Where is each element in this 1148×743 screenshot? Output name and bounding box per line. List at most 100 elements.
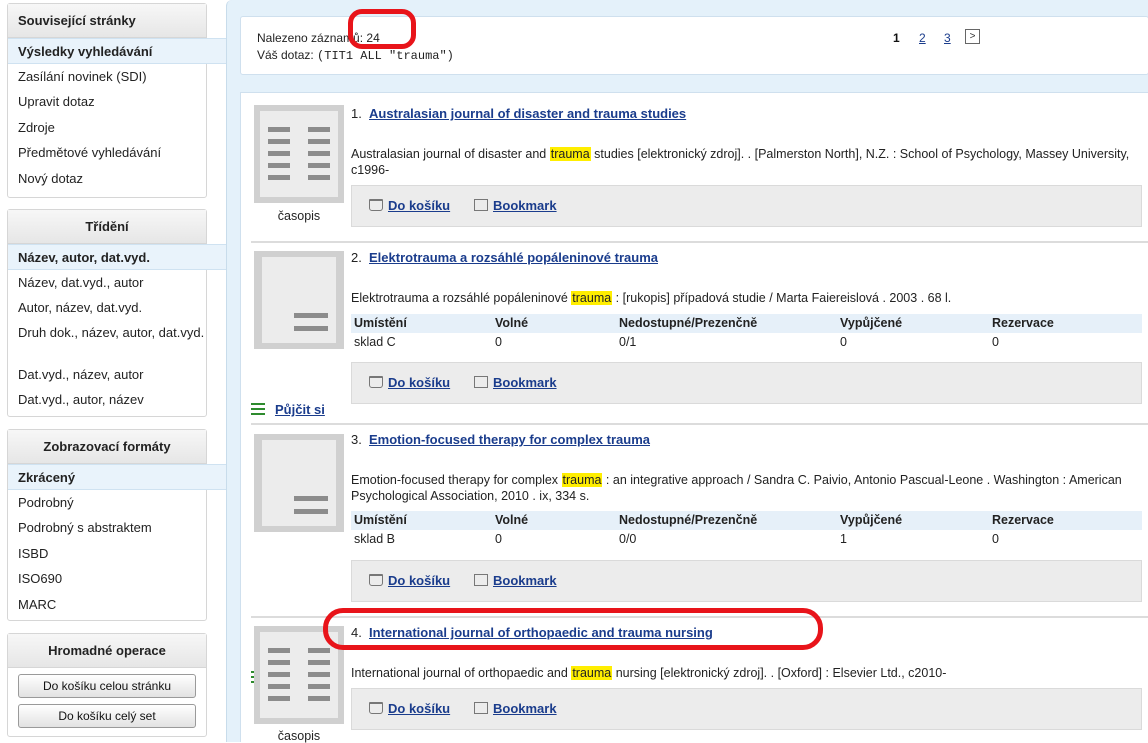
sort-option-author-title-date[interactable]: Autor, název, dat.vyd.: [8, 295, 206, 321]
add-set-to-basket-button[interactable]: Do košíku celý set: [18, 704, 196, 728]
sidebar-item-new-query[interactable]: Nový dotaz: [8, 166, 206, 192]
record-description: Emotion-focused therapy for complex trau…: [351, 473, 1122, 503]
record-type-label: časopis: [277, 209, 321, 223]
record-number: 4.: [351, 625, 362, 640]
holdings-table: Umístění Volné Nedostupné/Prezenčně Vypů…: [351, 511, 1142, 549]
query-value: (TIT1 ALL "trauma"): [317, 49, 454, 63]
sidebar-item-edit-query[interactable]: Upravit dotaz: [8, 89, 206, 115]
add-to-basket-link[interactable]: Do košíku: [388, 198, 450, 213]
bookmark-icon: [474, 376, 488, 388]
add-to-basket-action[interactable]: Do košíku: [369, 701, 450, 716]
query-label: Váš dotaz:: [257, 48, 314, 62]
record-divider: [251, 241, 1148, 243]
book-icon: [254, 251, 344, 349]
format-detailed-abstract[interactable]: Podrobný s abstraktem: [8, 515, 206, 541]
bookmark-action[interactable]: Bookmark: [474, 573, 557, 588]
record-title-link[interactable]: Australasian journal of disaster and tra…: [369, 106, 686, 121]
format-isbd[interactable]: ISBD: [8, 541, 206, 567]
record-title-link[interactable]: International journal of orthopaedic and…: [369, 625, 713, 640]
bulk-operations-title: Hromadné operace: [8, 634, 206, 668]
record-title-link[interactable]: Emotion-focused therapy for complex trau…: [369, 432, 650, 447]
sorting-title: Třídění: [8, 210, 206, 244]
main-content: Nalezeno záznamů: 24 Váš dotaz: (TIT1 AL…: [226, 0, 1148, 743]
sort-option-doctype-title-author-date[interactable]: Druh dok., název, autor, dat.vyd.: [8, 321, 206, 362]
sort-option-title-date-author[interactable]: Název, dat.vyd., autor: [8, 270, 206, 296]
basket-icon: [369, 574, 383, 586]
sidebar-item-search-results[interactable]: Výsledky vyhledávání: [8, 38, 226, 64]
record-number: 3.: [351, 432, 362, 447]
holdings-row: sklad C 0 0/1 0 0: [354, 335, 999, 349]
journal-icon: [254, 105, 344, 203]
borrow-action[interactable]: Půjčit si: [251, 402, 325, 417]
bookmark-link[interactable]: Bookmark: [493, 701, 557, 716]
add-to-basket-link[interactable]: Do košíku: [388, 573, 450, 588]
display-formats-box: Zobrazovací formáty Zkrácený Podrobný Po…: [7, 429, 226, 621]
search-term-highlight: trauma: [571, 666, 613, 680]
bookmark-link[interactable]: Bookmark: [493, 573, 557, 588]
holdings-row: sklad B 0 0/0 1 0: [354, 532, 999, 546]
journal-icon: [254, 626, 344, 724]
related-pages-box: Související stránky Výsledky vyhledávání…: [7, 3, 226, 198]
sidebar-item-sources[interactable]: Zdroje: [8, 115, 206, 141]
bookmark-action[interactable]: Bookmark: [474, 198, 557, 213]
format-detailed[interactable]: Podrobný: [8, 490, 206, 516]
record-actions: Do košíku Bookmark: [351, 185, 1142, 227]
search-term-highlight: trauma: [571, 291, 613, 305]
search-term-highlight: trauma: [549, 147, 591, 161]
borrow-link[interactable]: Půjčit si: [275, 402, 325, 417]
sidebar-item-sdi[interactable]: Zasílání novinek (SDI): [8, 64, 206, 90]
records-found: Nalezeno záznamů: 24: [257, 31, 380, 45]
record-description: Elektrotrauma a rozsáhlé popáleninové tr…: [351, 291, 952, 305]
sorting-box: Třídění Název, autor, dat.vyd. Název, da…: [7, 209, 226, 417]
bookmark-icon: [474, 702, 488, 714]
sort-option-date-title-author[interactable]: Dat.vyd., název, autor: [8, 362, 206, 388]
page-1-current: 1: [893, 31, 900, 45]
basket-icon: [369, 199, 383, 211]
record-actions: Do košíku Bookmark: [351, 688, 1142, 730]
record-number: 1.: [351, 106, 362, 121]
results-list: časopis 1. Australasian journal of disas…: [240, 92, 1148, 743]
format-marc[interactable]: MARC: [8, 592, 206, 618]
record-actions: Do košíku Bookmark: [351, 560, 1142, 602]
page-2-link[interactable]: 2: [919, 31, 926, 45]
display-formats-title: Zobrazovací formáty: [8, 430, 206, 464]
bookmark-action[interactable]: Bookmark: [474, 375, 557, 390]
record-divider: [251, 423, 1148, 425]
add-to-basket-action[interactable]: Do košíku: [369, 375, 450, 390]
add-to-basket-link[interactable]: Do košíku: [388, 701, 450, 716]
add-to-basket-link[interactable]: Do košíku: [388, 375, 450, 390]
holdings-header-row: Umístění Volné Nedostupné/Prezenčně Vypů…: [351, 314, 1142, 333]
record-number: 2.: [351, 250, 362, 265]
list-icon: [251, 403, 265, 416]
bookmark-action[interactable]: Bookmark: [474, 701, 557, 716]
bookmark-icon: [474, 199, 488, 211]
record-description: Australasian journal of disaster and tra…: [351, 147, 1130, 177]
page-3-link[interactable]: 3: [944, 31, 951, 45]
record-title-link[interactable]: Elektrotrauma a rozsáhlé popáleninové tr…: [369, 250, 658, 265]
query-line: Váš dotaz: (TIT1 ALL "trauma"): [257, 48, 454, 63]
basket-icon: [369, 702, 383, 714]
next-page-button[interactable]: >: [965, 29, 980, 44]
record-divider: [251, 616, 1148, 618]
related-pages-title: Související stránky: [8, 4, 206, 38]
bookmark-link[interactable]: Bookmark: [493, 375, 557, 390]
bookmark-icon: [474, 574, 488, 586]
format-iso690[interactable]: ISO690: [8, 566, 206, 592]
add-to-basket-action[interactable]: Do košíku: [369, 198, 450, 213]
bulk-operations-box: Hromadné operace Do košíku celou stránku…: [7, 633, 207, 737]
sort-option-title-author-date[interactable]: Název, autor, dat.vyd.: [8, 244, 226, 270]
basket-icon: [369, 376, 383, 388]
holdings-header-row: Umístění Volné Nedostupné/Prezenčně Vypů…: [351, 511, 1142, 530]
search-term-highlight: trauma: [561, 473, 603, 487]
record-description: International journal of orthopaedic and…: [351, 666, 947, 680]
bookmark-link[interactable]: Bookmark: [493, 198, 557, 213]
holdings-table: Umístění Volné Nedostupné/Prezenčně Vypů…: [351, 314, 1142, 352]
sidebar-item-subject-search[interactable]: Předmětové vyhledávání: [8, 140, 206, 166]
add-page-to-basket-button[interactable]: Do košíku celou stránku: [18, 674, 196, 698]
record-actions: Do košíku Bookmark: [351, 362, 1142, 404]
book-icon: [254, 434, 344, 532]
add-to-basket-action[interactable]: Do košíku: [369, 573, 450, 588]
sort-option-date-author-title[interactable]: Dat.vyd., autor, název: [8, 387, 206, 413]
query-summary: Nalezeno záznamů: 24 Váš dotaz: (TIT1 AL…: [240, 16, 1148, 75]
format-short[interactable]: Zkrácený: [8, 464, 226, 490]
